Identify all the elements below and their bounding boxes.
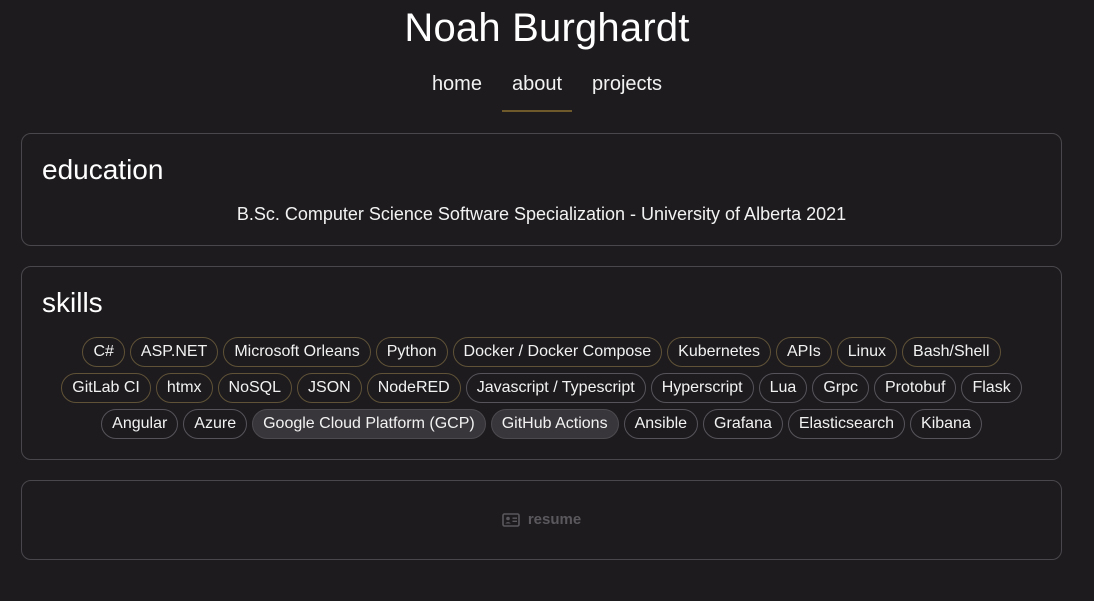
skill-chip: Elasticsearch <box>787 409 906 439</box>
skill-chip: Angular <box>101 409 179 439</box>
skill-chip: htmx <box>155 373 213 403</box>
skill-chip: Hyperscript <box>650 373 754 403</box>
skill-chip: Docker / Docker Compose <box>452 337 663 367</box>
education-card: education B.Sc. Computer Science Softwar… <box>21 133 1062 246</box>
resume-button[interactable]: resume <box>22 511 1061 528</box>
skill-chip: Google Cloud Platform (GCP) <box>252 409 486 439</box>
skill-chip: Python <box>375 337 448 367</box>
nav-projects[interactable]: projects <box>582 66 672 112</box>
education-degree: B.Sc. Computer Science Software Speciali… <box>236 204 847 224</box>
skills-heading: skills <box>42 287 103 318</box>
skill-chip: NoSQL <box>217 373 293 403</box>
main-nav: home about projects <box>0 66 1094 112</box>
site-title: Noah Burghardt <box>404 6 690 50</box>
page: Noah Burghardt home about projects educa… <box>0 0 1094 601</box>
skill-chip: Flask <box>961 373 1022 403</box>
skill-chip: GitLab CI <box>61 373 151 403</box>
skill-chip: Microsoft Orleans <box>223 337 371 367</box>
skill-chip: Kubernetes <box>667 337 771 367</box>
id-card-icon <box>502 512 520 527</box>
skill-chip: APIs <box>775 337 832 367</box>
skill-chip: Ansible <box>623 409 699 439</box>
education-heading: education <box>42 154 164 185</box>
skill-chip: Lua <box>758 373 808 403</box>
nav-home[interactable]: home <box>422 66 492 112</box>
skill-chip: C# <box>82 337 125 367</box>
skill-chip: Kibana <box>910 409 982 439</box>
skill-chip: Javascript / Typescript <box>465 373 646 403</box>
resume-card: resume <box>21 480 1062 560</box>
skill-chip: Grpc <box>812 373 869 403</box>
skill-chip: GitHub Actions <box>490 409 619 439</box>
skill-chip: JSON <box>297 373 362 403</box>
skill-chip: Linux <box>836 337 898 367</box>
skill-chip: Bash/Shell <box>902 337 1001 367</box>
skill-chip: NodeRED <box>366 373 461 403</box>
skills-chip-list: C# ASP.NET Microsoft Orleans Python Dock… <box>38 337 1045 439</box>
skill-chip: Protobuf <box>873 373 957 403</box>
skills-card: skills C# ASP.NET Microsoft Orleans Pyth… <box>21 266 1062 460</box>
resume-label: resume <box>527 511 582 528</box>
skill-chip: Grafana <box>703 409 783 439</box>
nav-about[interactable]: about <box>501 66 573 112</box>
skill-chip: ASP.NET <box>129 337 219 367</box>
skill-chip: Azure <box>183 409 248 439</box>
